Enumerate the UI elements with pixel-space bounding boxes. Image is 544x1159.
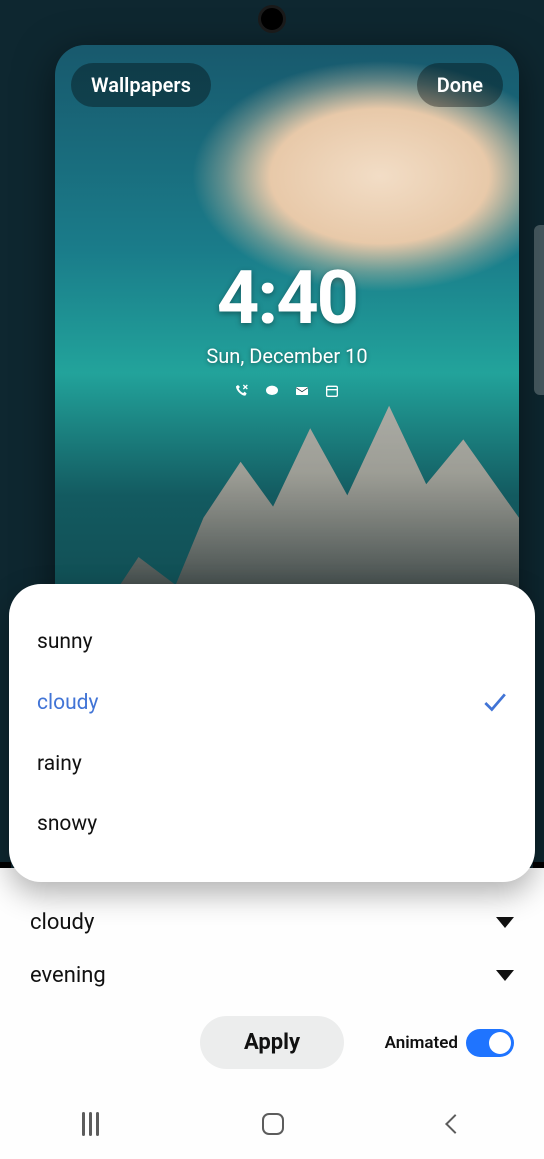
wallpapers-button[interactable]: Wallpapers xyxy=(71,63,211,107)
nav-back-button[interactable] xyxy=(445,1114,465,1134)
time-of-day-value: evening xyxy=(30,963,106,988)
mail-icon xyxy=(293,382,311,400)
animated-label: Animated xyxy=(385,1033,458,1053)
front-camera xyxy=(258,5,286,33)
time-of-day-select[interactable]: evening xyxy=(30,949,514,1002)
option-label: sunny xyxy=(37,630,93,654)
scrollbar[interactable] xyxy=(534,225,544,395)
weather-option-sunny[interactable]: sunny xyxy=(35,612,509,672)
weather-select[interactable]: cloudy xyxy=(30,896,514,949)
weather-select-value: cloudy xyxy=(30,910,94,935)
animated-toggle-row[interactable]: Animated xyxy=(385,1029,514,1057)
weather-option-snowy[interactable]: snowy xyxy=(35,794,509,854)
animated-toggle[interactable] xyxy=(466,1029,514,1057)
checkmark-icon xyxy=(481,690,507,716)
option-label: rainy xyxy=(37,752,82,776)
weather-options-dropdown: sunny cloudy rainy snowy xyxy=(9,584,535,882)
chevron-down-icon xyxy=(496,917,514,928)
clock-date: Sun, December 10 xyxy=(55,344,519,368)
weather-option-rainy[interactable]: rainy xyxy=(35,734,509,794)
weather-option-cloudy[interactable]: cloudy xyxy=(35,672,509,734)
notification-icons-row xyxy=(55,382,519,400)
nav-home-button[interactable] xyxy=(262,1113,284,1135)
option-label: snowy xyxy=(37,812,97,836)
messages-icon xyxy=(263,382,281,400)
option-label: cloudy xyxy=(37,691,98,715)
calendar-icon xyxy=(323,382,341,400)
nav-recents-button[interactable] xyxy=(82,1112,99,1136)
apply-button[interactable]: Apply xyxy=(200,1016,344,1069)
done-button[interactable]: Done xyxy=(417,63,503,107)
missed-call-icon xyxy=(233,382,251,400)
system-nav-bar xyxy=(0,1089,544,1159)
chevron-down-icon xyxy=(496,970,514,981)
lock-screen-clock[interactable]: 4:40 Sun, December 10 xyxy=(55,255,519,400)
clock-time: 4:40 xyxy=(55,255,519,342)
bottom-panel: cloudy evening Apply Animated xyxy=(0,868,544,1159)
